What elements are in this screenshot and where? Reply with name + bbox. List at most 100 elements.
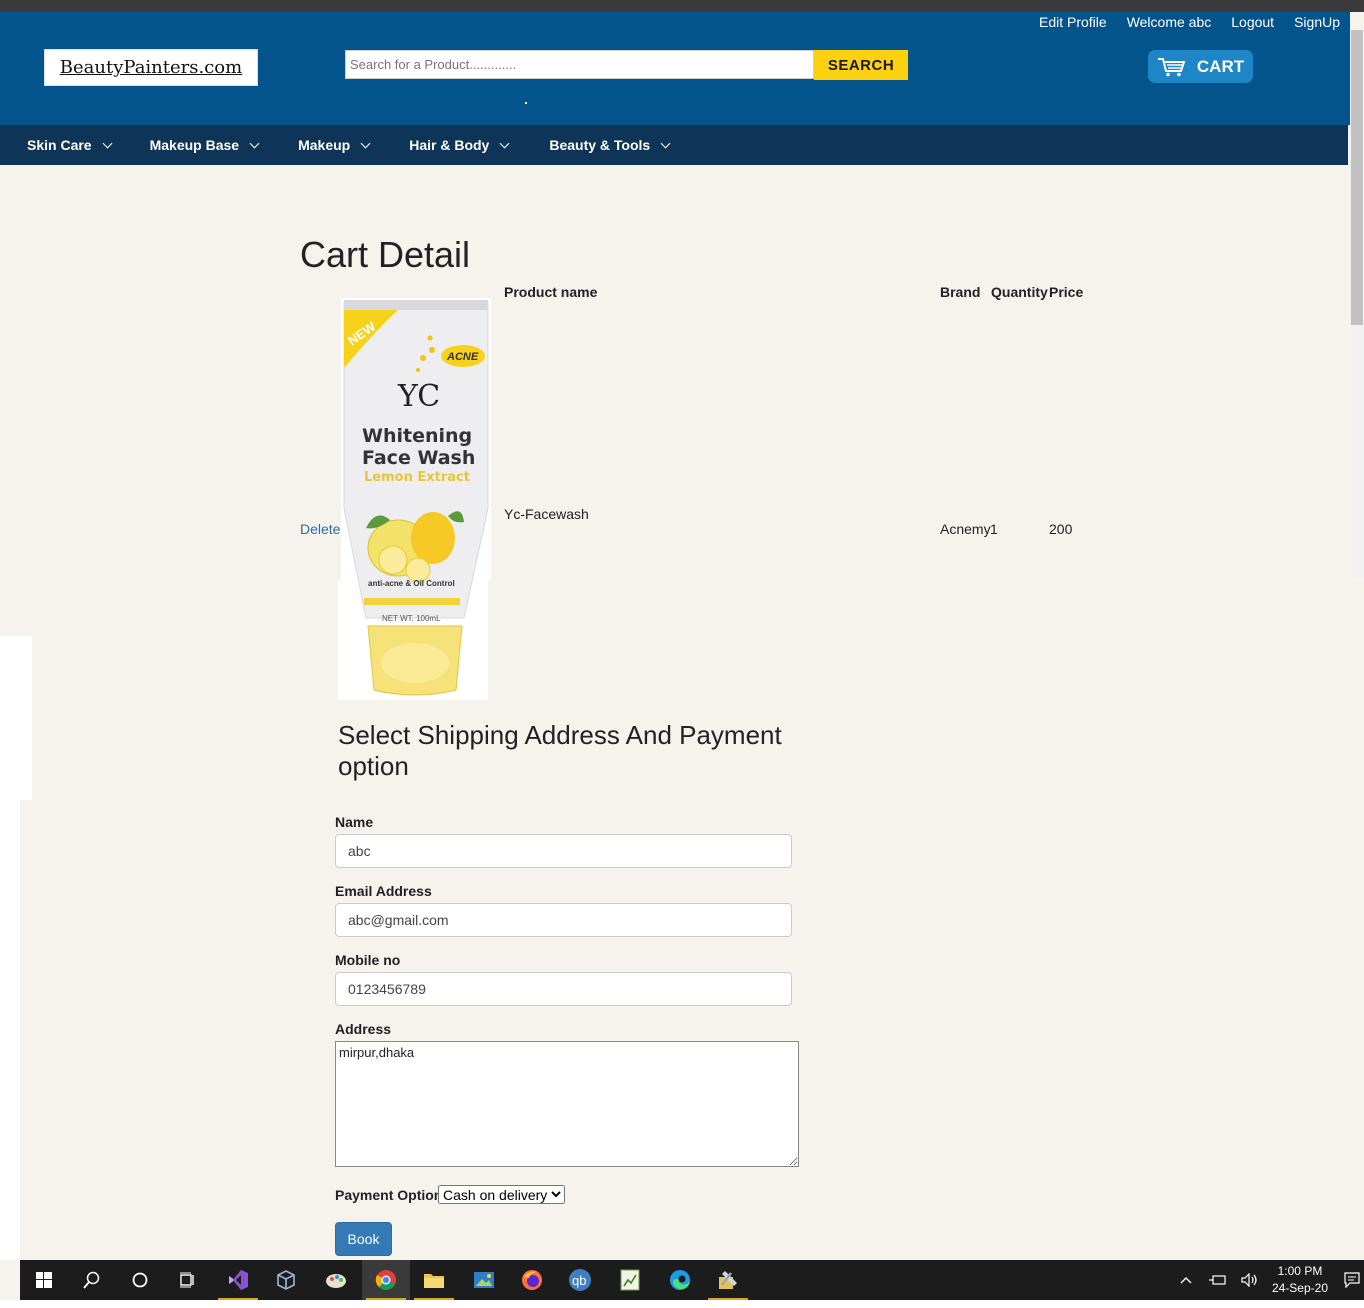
nav-item-hair-body[interactable]: Hair & Body — [409, 137, 510, 153]
search-icon — [83, 1271, 100, 1289]
taskbar-tools-app[interactable] — [704, 1260, 752, 1300]
page-title: Cart Detail — [300, 234, 471, 275]
name-field[interactable] — [335, 834, 792, 868]
brand-cell: Acnemy — [940, 521, 991, 537]
cart-label: CART — [1196, 56, 1245, 76]
nav-item-makeup[interactable]: Makeup — [298, 137, 371, 153]
chevron-up-icon — [1180, 1277, 1192, 1284]
task-view-icon — [180, 1272, 194, 1288]
taskbar-cortana[interactable] — [116, 1260, 164, 1300]
payment-select[interactable]: Cash on delivery — [438, 1185, 565, 1204]
chevron-down-icon — [360, 138, 371, 148]
clock-time: 1:00 PM — [1277, 1264, 1323, 1278]
address-label: Address — [335, 1021, 392, 1037]
firefox-icon — [522, 1270, 542, 1290]
nav-label: Skin Care — [27, 137, 92, 153]
nav-label: Beauty & Tools — [549, 137, 651, 153]
taskbar-spreadsheet[interactable] — [606, 1260, 654, 1300]
product-line-3: Lemon Extract — [364, 470, 470, 485]
taskbar-photos[interactable] — [460, 1260, 508, 1300]
taskbar-chrome[interactable] — [362, 1260, 410, 1300]
taskbar-search[interactable] — [68, 1260, 116, 1300]
left-blank-area — [0, 800, 20, 1260]
chevron-down-icon — [499, 138, 510, 148]
email-field[interactable] — [335, 903, 792, 937]
mobile-label: Mobile no — [335, 952, 401, 968]
cube-icon — [277, 1270, 295, 1290]
folder-icon — [424, 1274, 444, 1288]
start-button[interactable] — [20, 1260, 68, 1300]
column-header-product: Product name — [504, 284, 598, 300]
category-nav: Skin Care Makeup Base Makeup Hair & Body… — [0, 125, 1348, 165]
nav-label: Makeup — [298, 137, 351, 153]
qbittorrent-icon: qb — [569, 1269, 591, 1291]
visual-studio-icon — [229, 1270, 248, 1290]
signup-link[interactable]: SignUp — [1294, 14, 1340, 30]
delete-link[interactable]: Delete — [300, 521, 340, 537]
taskbar-file-explorer[interactable] — [410, 1260, 458, 1300]
site-header: Edit Profile Welcome abc Logout SignUp B… — [0, 12, 1350, 125]
column-header-price: Price — [1049, 284, 1084, 300]
chevron-down-icon — [102, 138, 113, 148]
nav-item-makeup-base[interactable]: Makeup Base — [150, 137, 260, 153]
taskbar-firefox[interactable] — [508, 1260, 556, 1300]
mobile-field[interactable] — [335, 972, 792, 1006]
product-line-5: NET WT. 100mL — [382, 614, 441, 623]
product-line-2: Face Wash — [362, 447, 475, 469]
product-line-1: Whitening — [362, 425, 472, 447]
product-line-4: anti-acne & Oil Control — [368, 579, 455, 588]
bottom-edge — [0, 1300, 1364, 1308]
scrollbar-thumb[interactable] — [1351, 30, 1363, 325]
shipping-section-title: Select Shipping Address And Payment opti… — [338, 720, 782, 781]
payment-label: Payment Option — [335, 1187, 443, 1203]
chevron-down-icon — [249, 138, 260, 148]
welcome-text: Welcome abc — [1126, 14, 1212, 30]
name-label: Name — [335, 814, 374, 830]
product-image: NEW ACNE YC Whitening Face Wash Lemon Ex… — [338, 298, 492, 700]
cortana-circle-icon — [132, 1272, 148, 1288]
cart-button[interactable]: CART — [1148, 50, 1253, 83]
action-center[interactable] — [1340, 1272, 1364, 1288]
svg-text:qb: qb — [572, 1273, 586, 1288]
logo-text: BeautyPainters.com — [59, 57, 243, 78]
clock-date: 24-Sep-20 — [1271, 1281, 1328, 1295]
nav-item-beauty-tools[interactable]: Beauty & Tools — [549, 137, 671, 153]
battery-tray[interactable] — [1202, 1274, 1234, 1286]
product-name-cell: Yc-Facewash — [504, 506, 589, 522]
taskbar-visual-studio[interactable] — [214, 1260, 262, 1300]
taskbar-paint[interactable] — [312, 1260, 360, 1300]
taskbar-clock[interactable]: 1:00 PM 24-Sep-20 — [1272, 1263, 1328, 1297]
windows-taskbar: qb 1:00 PM 24-Sep-20 — [20, 1260, 1364, 1300]
address-textarea[interactable]: mirpur,dhaka — [335, 1041, 799, 1167]
chevron-down-icon — [660, 138, 671, 148]
nav-item-skin-care[interactable]: Skin Care — [27, 137, 113, 153]
volume-tray[interactable] — [1234, 1273, 1266, 1287]
edit-profile-link[interactable]: Edit Profile — [1039, 14, 1107, 30]
battery-plug-icon — [1208, 1275, 1226, 1285]
system-tray: 1:00 PM 24-Sep-20 — [1170, 1260, 1364, 1300]
taskbar-task-view[interactable] — [164, 1260, 212, 1300]
windows-logo-icon — [36, 1272, 52, 1288]
price-cell: 200 — [1049, 521, 1073, 537]
taskbar-qbittorrent[interactable]: qb — [556, 1260, 604, 1300]
column-header-quantity: Quantity — [991, 284, 1048, 300]
taskbar-edge[interactable] — [656, 1260, 704, 1300]
nav-label: Hair & Body — [409, 137, 490, 153]
taskbar-virtualbox[interactable] — [262, 1260, 310, 1300]
logout-link[interactable]: Logout — [1231, 14, 1274, 30]
chart-document-icon — [620, 1269, 640, 1291]
quantity-cell: 1 — [990, 521, 998, 537]
paint-palette-icon — [326, 1274, 346, 1288]
email-label: Email Address — [335, 883, 432, 899]
column-header-brand: Brand — [940, 284, 981, 300]
brand-mark: YC — [397, 379, 440, 414]
shopping-cart-icon — [1157, 57, 1186, 76]
site-logo[interactable]: BeautyPainters.com — [44, 49, 258, 86]
top-links: Edit Profile Welcome abc Logout SignUp — [1039, 14, 1340, 30]
search-button[interactable]: SEARCH — [814, 50, 908, 80]
search-input[interactable] — [345, 50, 814, 79]
book-button[interactable]: Book — [335, 1222, 392, 1256]
browser-top-strip — [0, 0, 1364, 12]
show-hidden-icons[interactable] — [1170, 1276, 1202, 1284]
left-blank-area — [0, 636, 32, 800]
